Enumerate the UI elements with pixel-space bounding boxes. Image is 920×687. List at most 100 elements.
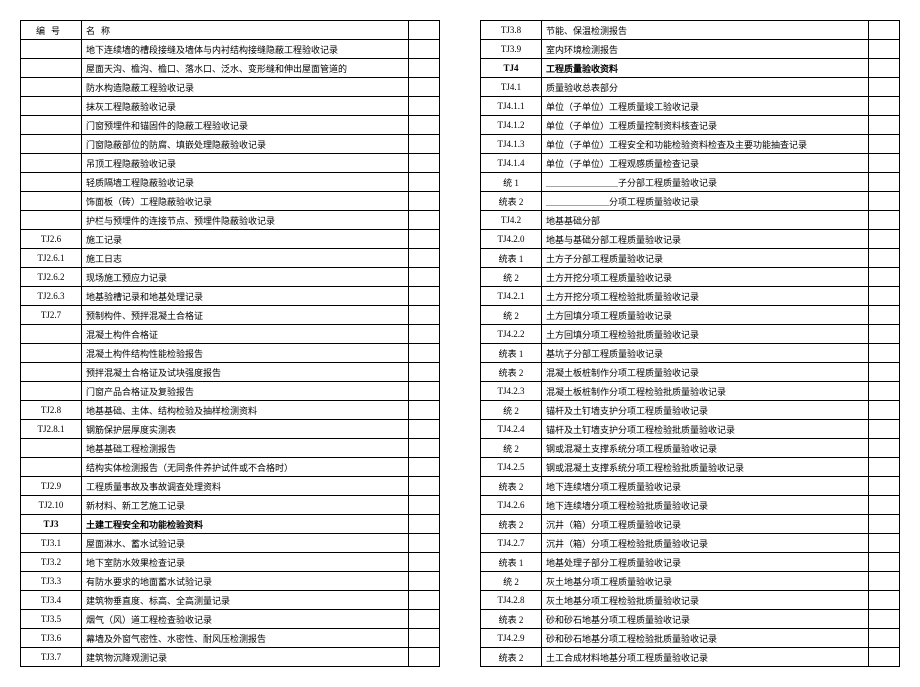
- row-name: 施工记录: [82, 230, 409, 249]
- row-name: 土建工程安全和功能检验资料: [82, 515, 409, 534]
- table-row: TJ4工程质量验收资料: [481, 59, 900, 78]
- header-name: 名称: [82, 21, 409, 40]
- table-row: TJ3.9室内环境检测报告: [481, 40, 900, 59]
- row-number: [21, 211, 82, 230]
- row-check: [869, 306, 900, 325]
- row-number: 统 2: [481, 306, 542, 325]
- row-number: TJ2.9: [21, 477, 82, 496]
- row-check: [409, 135, 440, 154]
- row-number: TJ4.2.9: [481, 629, 542, 648]
- row-number: [21, 344, 82, 363]
- row-name: 地基基础、主体、结构检验及抽样检测资料: [82, 401, 409, 420]
- row-number: TJ4.1: [481, 78, 542, 97]
- row-name: 地基基础分部: [542, 211, 869, 230]
- row-name: 土方回填分项工程检验批质量验收记录: [542, 325, 869, 344]
- row-name: ＿＿＿＿＿＿＿分项工程质量验收记录: [542, 192, 869, 211]
- row-check: [409, 610, 440, 629]
- row-check: [409, 534, 440, 553]
- row-name: 吊顶工程隐蔽验收记录: [82, 154, 409, 173]
- table-row: 统 2锚杆及土钉墙支护分项工程质量验收记录: [481, 401, 900, 420]
- row-name: 地基基础工程检测报告: [82, 439, 409, 458]
- row-number: TJ4.1.3: [481, 135, 542, 154]
- row-check: [869, 173, 900, 192]
- row-check: [869, 648, 900, 667]
- table-row: TJ2.6施工记录: [21, 230, 440, 249]
- row-name: 地基与基础分部工程质量验收记录: [542, 230, 869, 249]
- table-row: 统表 2沉井（箱）分项工程质量验收记录: [481, 515, 900, 534]
- row-check: [409, 629, 440, 648]
- table-row: 预拌混凝土合格证及试块强度报告: [21, 363, 440, 382]
- row-name: 灰土地基分项工程质量验收记录: [542, 572, 869, 591]
- row-number: 统表 1: [481, 344, 542, 363]
- row-name: 砂和砂石地基分项工程质量验收记录: [542, 610, 869, 629]
- row-check: [409, 78, 440, 97]
- table-row: 统表 2混凝土板桩制作分项工程质量验收记录: [481, 363, 900, 382]
- table-row: 统表 2砂和砂石地基分项工程质量验收记录: [481, 610, 900, 629]
- row-name: 新材料、新工艺施工记录: [82, 496, 409, 515]
- row-number: TJ4.1.2: [481, 116, 542, 135]
- table-row: TJ3土建工程安全和功能检验资料: [21, 515, 440, 534]
- row-name: 预拌混凝土合格证及试块强度报告: [82, 363, 409, 382]
- table-row: TJ4.1.4单位（子单位）工程观感质量检查记录: [481, 154, 900, 173]
- row-name: 室内环境检测报告: [542, 40, 869, 59]
- row-number: 统 2: [481, 439, 542, 458]
- table-row: 统表 1基坑子分部工程质量验收记录: [481, 344, 900, 363]
- row-check: [869, 211, 900, 230]
- row-check: [869, 78, 900, 97]
- row-number: TJ4.2.5: [481, 458, 542, 477]
- row-name: 现场施工预应力记录: [82, 268, 409, 287]
- table-row: 统 2灰土地基分项工程质量验收记录: [481, 572, 900, 591]
- row-name: 单位（子单位）工程质量竣工验收记录: [542, 97, 869, 116]
- row-check: [409, 401, 440, 420]
- table-row: TJ4.2.3混凝土板桩制作分项工程检验批质量验收记录: [481, 382, 900, 401]
- row-check: [869, 344, 900, 363]
- row-name: 混凝土构件结构性能检验报告: [82, 344, 409, 363]
- row-check: [409, 382, 440, 401]
- row-check: [409, 325, 440, 344]
- row-check: [869, 534, 900, 553]
- row-name: 屋面淋水、蓄水试验记录: [82, 534, 409, 553]
- row-check: [409, 477, 440, 496]
- row-check: [409, 420, 440, 439]
- table-row: 抹灰工程隐蔽验收记录: [21, 97, 440, 116]
- row-check: [869, 97, 900, 116]
- row-number: TJ4.1.1: [481, 97, 542, 116]
- row-name: 灰土地基分项工程检验批质量验收记录: [542, 591, 869, 610]
- row-name: 地下连续墙分项工程质量验收记录: [542, 477, 869, 496]
- row-number: [21, 325, 82, 344]
- row-check: [869, 382, 900, 401]
- row-check: [409, 344, 440, 363]
- row-name: 沉井（箱）分项工程检验批质量验收记录: [542, 534, 869, 553]
- document-page: 编号 名称 地下连续墙的槽段接缝及墙体与内衬结构接缝隐蔽工程验收记录屋面天沟、檐…: [20, 20, 900, 667]
- row-number: 统表 2: [481, 515, 542, 534]
- table-row: TJ2.6.2现场施工预应力记录: [21, 268, 440, 287]
- table-row: TJ4.2.8灰土地基分项工程检验批质量验收记录: [481, 591, 900, 610]
- table-row: TJ3.1屋面淋水、蓄水试验记录: [21, 534, 440, 553]
- row-name: 轻质隔墙工程隐蔽验收记录: [82, 173, 409, 192]
- row-check: [869, 325, 900, 344]
- row-number: 统表 2: [481, 192, 542, 211]
- row-check: [869, 40, 900, 59]
- row-number: TJ4.2.1: [481, 287, 542, 306]
- table-row: TJ3.8节能、保温检测报告: [481, 21, 900, 40]
- table-row: 统表 1地基处理子部分工程质量验收记录: [481, 553, 900, 572]
- row-name: 钢筋保护层厚度实测表: [82, 420, 409, 439]
- table-row: TJ4.2.0地基与基础分部工程质量验收记录: [481, 230, 900, 249]
- row-name: 土方开挖分项工程检验批质量验收记录: [542, 287, 869, 306]
- table-row: 统 2钢或混凝土支撑系统分项工程质量验收记录: [481, 439, 900, 458]
- row-check: [409, 40, 440, 59]
- row-number: TJ3.4: [21, 591, 82, 610]
- row-name: 土工合成材料地基分项工程质量验收记录: [542, 648, 869, 667]
- table-row: TJ2.8.1钢筋保护层厚度实测表: [21, 420, 440, 439]
- row-check: [409, 230, 440, 249]
- row-number: TJ2.10: [21, 496, 82, 515]
- table-row: 屋面天沟、檐沟、檐口、落水口、泛水、变形缝和伸出屋面管道的: [21, 59, 440, 78]
- row-check: [409, 515, 440, 534]
- row-check: [409, 154, 440, 173]
- row-check: [869, 572, 900, 591]
- row-name: 地基处理子部分工程质量验收记录: [542, 553, 869, 572]
- row-check: [869, 116, 900, 135]
- row-number: [21, 382, 82, 401]
- row-number: [21, 78, 82, 97]
- row-check: [869, 420, 900, 439]
